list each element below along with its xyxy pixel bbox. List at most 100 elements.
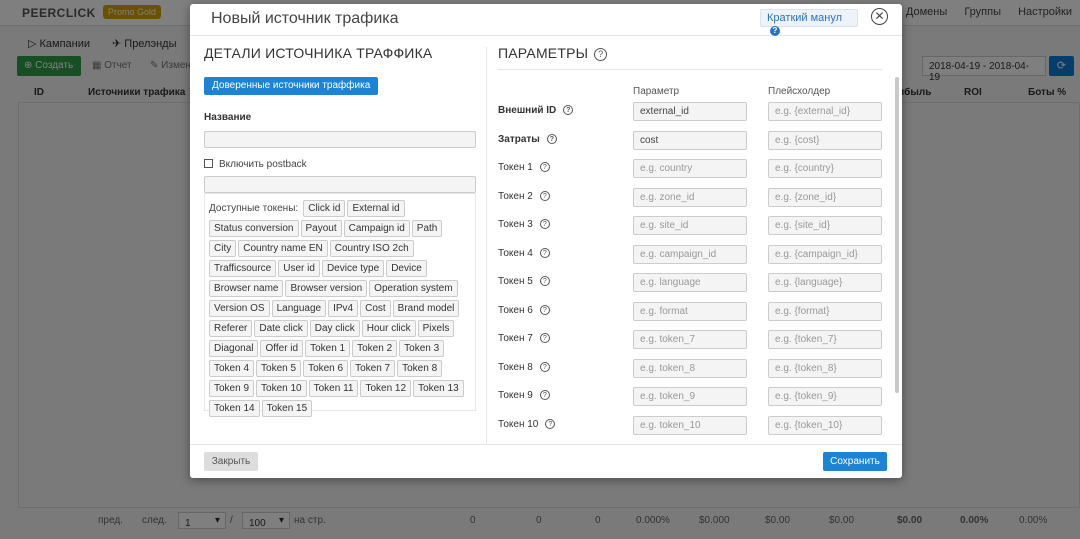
save-button[interactable]: Сохранить xyxy=(823,452,887,471)
token-chip[interactable]: Offer id xyxy=(260,340,304,357)
token-chip[interactable]: IPv4 xyxy=(328,300,359,317)
token-chip[interactable]: Token 6 xyxy=(303,360,349,377)
token-chip[interactable]: Token 11 xyxy=(308,380,359,397)
placeholder-input[interactable]: e.g. {zone_id} xyxy=(768,187,882,207)
token-chip[interactable]: Token 5 xyxy=(256,360,302,377)
parameter-input[interactable]: e.g. token_8 xyxy=(633,358,747,378)
parameter-input[interactable]: cost xyxy=(633,130,747,150)
parameters-section: ПАРАМЕТРЫ? Параметр Плейсхолдер Внешний … xyxy=(498,45,882,435)
modal-body: ДЕТАЛИ ИСТОЧНИКА ТРАФФИКА Доверенные ист… xyxy=(190,37,902,443)
placeholder-input[interactable]: e.g. {site_id} xyxy=(768,216,882,235)
placeholder-input[interactable]: e.g. {external_id} xyxy=(768,102,882,121)
placeholder-input[interactable]: e.g. {format} xyxy=(768,301,882,321)
token-chip[interactable]: Language xyxy=(271,300,327,317)
parameter-label: Токен 8? xyxy=(498,361,550,373)
token-chip[interactable]: Trafficsource xyxy=(209,260,277,277)
placeholder-input[interactable]: e.g. {token_10} xyxy=(768,415,882,435)
token-chip[interactable]: Date click xyxy=(254,320,308,337)
help-icon: ? xyxy=(770,26,780,36)
name-label: Название xyxy=(204,112,252,123)
token-chip[interactable]: Device type xyxy=(321,260,385,277)
token-chip[interactable]: Status conversion xyxy=(209,220,299,237)
help-icon[interactable]: ? xyxy=(563,105,574,115)
token-chip[interactable]: City xyxy=(209,240,237,257)
placeholder-input[interactable]: e.g. {language} xyxy=(768,273,882,292)
token-chip[interactable]: Payout xyxy=(300,220,342,237)
help-icon[interactable]: ? xyxy=(545,418,556,429)
token-chip[interactable]: Path xyxy=(411,220,443,237)
col-placeholder-header: Плейсхолдер xyxy=(768,86,831,97)
parameter-label: Токен 4? xyxy=(498,247,550,259)
token-chip[interactable]: Token 15 xyxy=(261,400,313,417)
help-icon[interactable]: ? xyxy=(539,219,550,229)
token-chip[interactable]: Referer xyxy=(209,320,253,337)
token-chip[interactable]: Cost xyxy=(360,300,391,317)
token-chip[interactable]: Version OS xyxy=(209,300,270,317)
close-icon[interactable]: ✕ xyxy=(871,8,888,25)
help-icon[interactable]: ? xyxy=(539,190,550,201)
placeholder-input[interactable]: e.g. {token_9} xyxy=(768,387,882,406)
token-chip[interactable]: Country ISO 2ch xyxy=(329,240,414,257)
help-icon[interactable]: ? xyxy=(539,247,550,258)
token-chip[interactable]: Token 9 xyxy=(209,380,255,397)
placeholder-input[interactable]: e.g. {cost} xyxy=(768,130,882,150)
parameter-input[interactable]: e.g. token_7 xyxy=(633,330,747,349)
parameter-input[interactable]: e.g. zone_id xyxy=(633,187,747,207)
parameter-input[interactable]: e.g. country xyxy=(633,159,747,178)
token-chip[interactable]: Token 13 xyxy=(413,380,464,397)
token-chip[interactable]: Day click xyxy=(309,320,360,337)
parameter-label-text: Токен 2 xyxy=(498,190,533,202)
token-chip[interactable]: Pixels xyxy=(417,320,455,337)
parameter-input[interactable]: e.g. language xyxy=(633,273,747,292)
modal-scrollbar[interactable] xyxy=(895,77,899,393)
parameter-input[interactable]: e.g. site_id xyxy=(633,216,747,235)
placeholder-input[interactable]: e.g. {token_8} xyxy=(768,358,882,378)
help-icon[interactable]: ? xyxy=(546,133,557,144)
token-chip[interactable]: External id xyxy=(347,200,405,217)
token-chip[interactable]: Token 1 xyxy=(305,340,351,357)
parameter-input[interactable]: e.g. token_10 xyxy=(633,415,747,435)
parameter-label-text: Токен 1 xyxy=(498,162,533,173)
token-chip[interactable]: Token 10 xyxy=(256,380,307,397)
token-chip[interactable]: Click id xyxy=(303,200,346,217)
parameter-input[interactable]: e.g. format xyxy=(633,301,747,321)
token-chip[interactable]: Device xyxy=(386,260,427,277)
parameters-section-title: ПАРАМЕТРЫ? xyxy=(498,45,882,61)
parameter-input[interactable]: external_id xyxy=(633,102,747,121)
token-chip[interactable]: Operation system xyxy=(369,280,458,297)
help-icon[interactable]: ? xyxy=(539,276,550,286)
placeholder-input[interactable]: e.g. {country} xyxy=(768,159,882,178)
token-chip[interactable]: Token 12 xyxy=(360,380,412,397)
token-chip[interactable]: User id xyxy=(278,260,320,277)
placeholder-input[interactable]: e.g. {campaign_id} xyxy=(768,244,882,264)
token-chip[interactable]: Token 4 xyxy=(209,360,255,377)
token-chip[interactable]: Browser version xyxy=(285,280,368,297)
parameter-label-text: Затраты xyxy=(498,133,540,145)
help-icon[interactable]: ? xyxy=(539,162,550,172)
help-icon[interactable]: ? xyxy=(539,361,550,372)
token-chip[interactable]: Diagonal xyxy=(209,340,259,357)
manual-link[interactable]: Краткий манул? xyxy=(760,9,858,36)
name-input[interactable] xyxy=(204,131,476,148)
token-chip[interactable]: Browser name xyxy=(209,280,284,297)
parameter-input[interactable]: e.g. campaign_id xyxy=(633,244,747,264)
token-chip[interactable]: Token 2 xyxy=(352,340,398,357)
help-icon[interactable]: ? xyxy=(539,390,550,400)
help-icon[interactable]: ? xyxy=(539,333,550,343)
token-chip[interactable]: Hour click xyxy=(361,320,416,337)
postback-checkbox[interactable]: Включить postback xyxy=(204,159,307,170)
help-icon[interactable]: ? xyxy=(539,304,550,315)
token-chip[interactable]: Token 7 xyxy=(350,360,396,377)
parameter-input[interactable]: e.g. token_9 xyxy=(633,387,747,406)
help-icon[interactable]: ? xyxy=(594,48,608,61)
token-chip[interactable]: Token 3 xyxy=(399,340,445,357)
token-chip[interactable]: Country name EN xyxy=(238,240,328,257)
token-chip[interactable]: Campaign id xyxy=(343,220,410,237)
trusted-sources-button[interactable]: Доверенные источники траффика xyxy=(204,77,379,95)
postback-input[interactable] xyxy=(204,176,476,193)
token-chip[interactable]: Token 8 xyxy=(397,360,443,377)
token-chip[interactable]: Token 14 xyxy=(209,400,260,417)
placeholder-input[interactable]: e.g. {token_7} xyxy=(768,330,882,349)
token-chip[interactable]: Brand model xyxy=(392,300,460,317)
close-button[interactable]: Закрыть xyxy=(204,452,258,471)
